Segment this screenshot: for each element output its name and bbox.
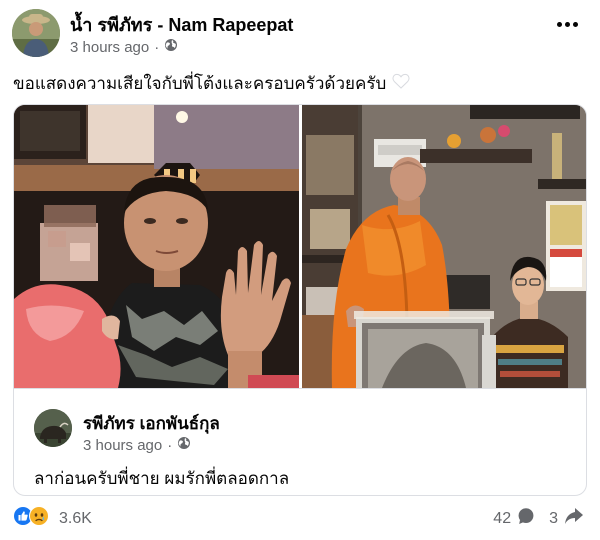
facebook-post: น้ำ รพีภัทร - Nam Rapeepat 3 hours ago ·… — [0, 0, 600, 540]
shared-post-text: ลาก่อนครับพี่ชาย ผมรักพี่ตลอดกาล — [34, 469, 290, 488]
engagement-counts: 42 3 — [493, 507, 584, 530]
caption-text: ขอแสดงความเสียใจกับพี่โต้งและครอบครัวด้ว… — [13, 74, 387, 93]
more-options-button[interactable] — [557, 22, 578, 27]
reaction-icons — [13, 506, 49, 531]
shared-post-footer[interactable]: รพีภัทร เอกพันธ์กุล 3 hours ago · ลาก่อน… — [14, 388, 586, 495]
comment-icon — [517, 507, 535, 530]
shared-post-timestamp[interactable]: 3 hours ago — [83, 437, 162, 454]
share-count-value: 3 — [549, 509, 558, 527]
comment-count-value: 42 — [493, 509, 512, 527]
share-icon — [564, 507, 584, 530]
post-meta: 3 hours ago · — [70, 38, 178, 56]
globe-icon[interactable] — [177, 436, 191, 454]
reactions-summary[interactable]: 3.6K — [13, 506, 92, 531]
shared-photo-1[interactable] — [14, 105, 299, 388]
meta-separator: · — [154, 38, 160, 56]
shared-meta-separator: · — [167, 436, 173, 454]
share-count[interactable]: 3 — [549, 507, 584, 530]
shared-author-name[interactable]: รพีภัทร เอกพันธ์กุล — [83, 410, 220, 437]
post-timestamp[interactable]: 3 hours ago — [70, 39, 149, 56]
reaction-count: 3.6K — [59, 509, 92, 527]
post-author-name[interactable]: น้ำ รพีภัทร - Nam Rapeepat — [70, 10, 293, 39]
sad-icon — [29, 506, 49, 531]
author-avatar[interactable] — [12, 9, 60, 57]
shared-post-meta: 3 hours ago · — [83, 436, 191, 454]
more-dots-icon — [557, 22, 562, 27]
white-heart-icon — [392, 73, 410, 94]
shared-author-avatar[interactable] — [34, 409, 72, 447]
globe-icon[interactable] — [164, 38, 178, 56]
shared-post-card[interactable]: รพีภัทร เอกพันธ์กุล 3 hours ago · ลาก่อน… — [13, 104, 587, 496]
comment-count[interactable]: 42 — [493, 507, 535, 530]
post-caption: ขอแสดงความเสียใจกับพี่โต้งและครอบครัวด้ว… — [13, 70, 410, 97]
shared-photo-2[interactable] — [302, 105, 586, 388]
